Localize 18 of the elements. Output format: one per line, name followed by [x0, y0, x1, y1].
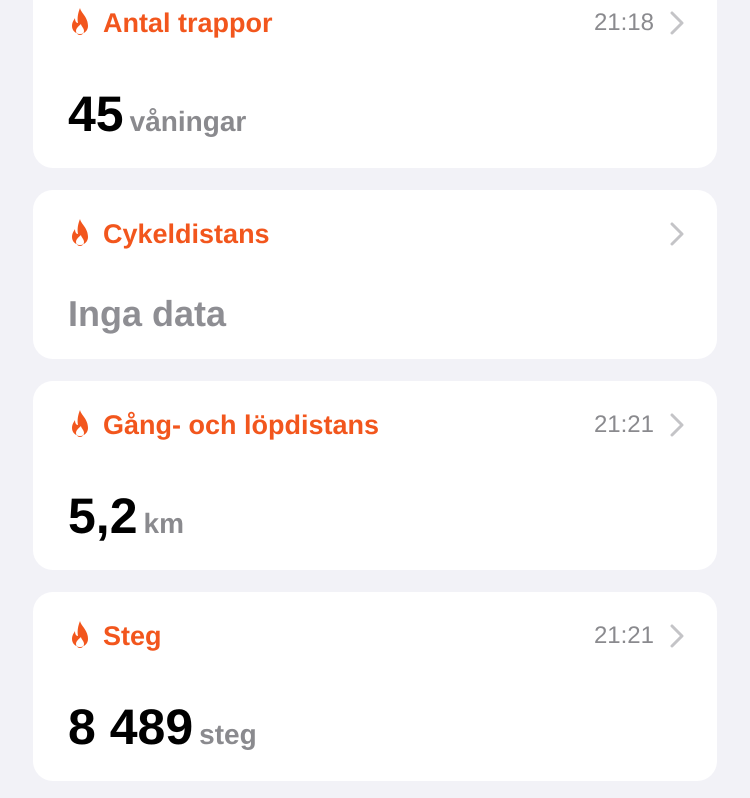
card-title: Gång- och löpdistans: [103, 410, 380, 440]
unit: km: [144, 508, 184, 540]
timestamp: 21:21: [594, 411, 654, 439]
value: 8 489: [68, 702, 194, 752]
value: 45: [68, 89, 124, 139]
no-data-text: Inga data: [68, 294, 228, 334]
card-title: Cykeldistans: [103, 218, 271, 250]
card-title: Antal trappor: [103, 8, 274, 38]
chevron-icon[interactable]: [670, 11, 684, 35]
chevron-icon[interactable]: [670, 413, 684, 437]
value: 5,2: [68, 491, 138, 541]
chevron-icon[interactable]: [670, 222, 684, 246]
unit: steg: [199, 719, 257, 751]
card-title: Steg: [103, 620, 163, 652]
timestamp: 21:18: [594, 9, 654, 37]
unit: våningar: [130, 106, 246, 138]
chevron-icon[interactable]: [670, 624, 684, 648]
timestamp: 21:21: [594, 622, 654, 650]
